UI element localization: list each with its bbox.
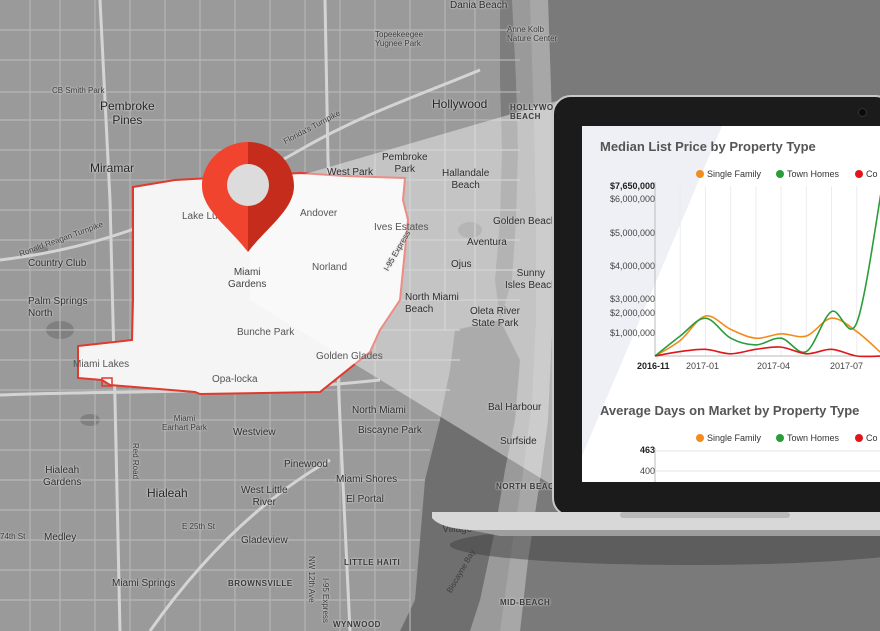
webcam-icon	[858, 108, 867, 117]
scene: Dania Beach Topeekeegee Yugnee Park Anne…	[0, 0, 880, 631]
laptop-screen: Median List Price by Property Type Singl…	[582, 126, 880, 482]
chart2-plot	[654, 448, 880, 482]
